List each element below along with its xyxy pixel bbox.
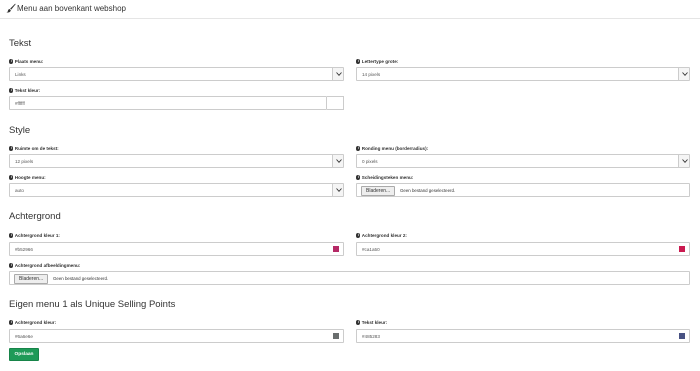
label-achtergrond-afbeelding: i Achtergrond afbeeldingmenu: (9, 263, 81, 268)
info-icon: i (9, 233, 14, 238)
color-swatch[interactable] (333, 246, 339, 252)
page-header: Menu aan bovenkant webshop (0, 0, 700, 19)
chevron-down-icon (678, 155, 689, 167)
label-usp-tekst-kleur: i Tekst kleur: (356, 320, 388, 325)
info-icon: i (356, 175, 361, 180)
info-icon: i (9, 88, 14, 93)
page-title: Menu aan bovenkant webshop (17, 4, 126, 13)
chevron-down-icon (678, 68, 689, 80)
label-usp-achtergrond-kleur: i Achtergrond kleur: (9, 320, 57, 325)
browse-button[interactable]: Bladeren... (361, 185, 396, 196)
info-icon: i (356, 59, 361, 64)
section-title-usp: Eigen menu 1 als Unique Selling Points (9, 299, 176, 310)
label-ronding-menu: i Ronding menu (borderradius): (356, 146, 429, 151)
color-swatch[interactable] (679, 246, 685, 252)
label-achtergrond-kleur-1: i Achtergrond kleur 1: (9, 233, 60, 238)
label-lettertype-grootte: i Lettertype grote: (356, 59, 399, 64)
label-achtergrond-kleur-2: i Achtergrond kleur 2: (356, 233, 407, 238)
label-ruimte-om-tekst: i Ruimte om de tekst: (9, 146, 59, 151)
achtergrond-afbeelding-file-input[interactable]: Bladeren... Geen bestand geselecteerd. (9, 271, 690, 285)
achtergrond-kleur-1-input[interactable]: #b52966 (9, 242, 344, 256)
info-icon: i (9, 146, 14, 151)
info-icon: i (356, 146, 361, 151)
save-button[interactable]: Opslaan (9, 348, 39, 361)
ruimte-om-tekst-select[interactable]: 12 pixels (9, 154, 344, 168)
plaats-menu-select[interactable]: Links (9, 67, 344, 81)
info-icon: i (9, 320, 14, 325)
info-icon: i (356, 320, 361, 325)
chevron-down-icon (332, 184, 343, 196)
scheidingsteken-file-input[interactable]: Bladeren... Geen bestand geselecteerd. (356, 183, 690, 197)
label-hoogte-menu: i Hoogte menu: (9, 175, 46, 180)
tekst-kleur-color-picker[interactable] (327, 96, 344, 110)
label-tekst-kleur: i Tekst kleur: (9, 88, 41, 93)
tekst-kleur-input[interactable]: #ffffff (9, 96, 327, 110)
paintbrush-icon (6, 3, 16, 13)
info-icon: i (356, 233, 361, 238)
label-plaats-menu: i Plaats menu: (9, 59, 44, 64)
file-status: Geen bestand geselecteerd. (53, 275, 109, 281)
usp-tekst-kleur-input[interactable]: #485283 (356, 329, 690, 343)
chevron-down-icon (332, 68, 343, 80)
info-icon: i (9, 263, 14, 268)
file-status: Geen bestand geselecteerd. (400, 187, 456, 193)
ronding-menu-select[interactable]: 0 pixels (356, 154, 690, 168)
color-swatch[interactable] (333, 333, 339, 339)
section-title-style: Style (9, 125, 31, 136)
chevron-down-icon (332, 155, 343, 167)
info-icon: i (9, 175, 14, 180)
achtergrond-kleur-2-input[interactable]: #ca1a50 (356, 242, 690, 256)
section-title-achtergrond: Achtergrond (9, 211, 61, 222)
color-swatch[interactable] (679, 333, 685, 339)
usp-achtergrond-kleur-input[interactable]: #6a6e6e (9, 329, 344, 343)
lettertype-grootte-select[interactable]: 14 pixels (356, 67, 690, 81)
hoogte-menu-select[interactable]: auto (9, 183, 344, 197)
browse-button[interactable]: Bladeren... (14, 273, 49, 284)
section-title-tekst: Tekst (9, 38, 32, 49)
info-icon: i (9, 59, 14, 64)
label-scheidingsteken-menu: i Scheidingsteken menu: (356, 175, 414, 180)
